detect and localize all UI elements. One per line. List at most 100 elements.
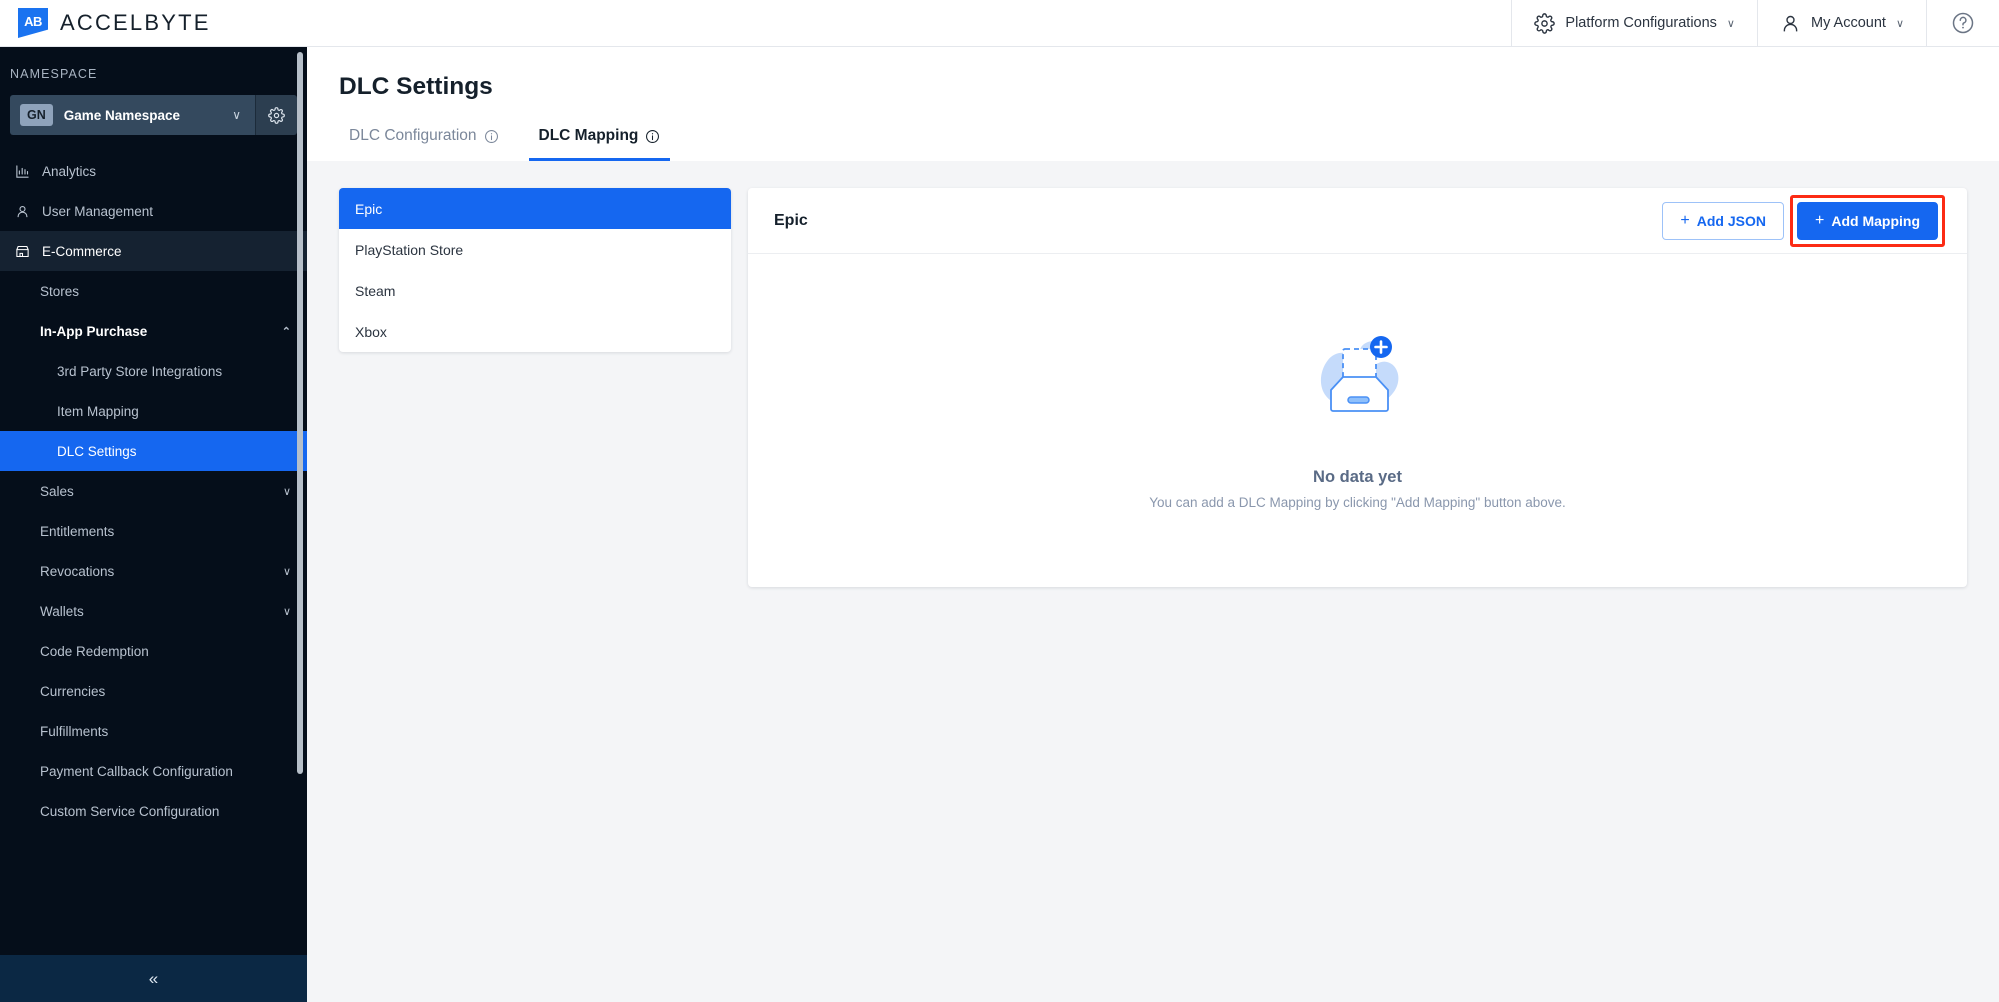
sidebar-item-label: 3rd Party Store Integrations [57, 363, 223, 379]
tab-label: DLC Configuration [349, 127, 477, 144]
add-json-button[interactable]: + Add JSON [1662, 201, 1784, 240]
accelbyte-logo-icon: AB [18, 8, 48, 38]
top-bar: AB ACCELBYTE Platform Configurations ∨ M… [0, 0, 1999, 47]
sidebar-item-e-commerce[interactable]: E-Commerce [0, 231, 307, 271]
empty-state-subtitle: You can add a DLC Mapping by clicking "A… [1149, 494, 1566, 510]
sidebar-item-entitlements[interactable]: Entitlements [0, 511, 307, 551]
page-title: DLC Settings [339, 73, 493, 100]
sidebar-item-wallets[interactable]: Wallets ∨ [0, 591, 307, 631]
sidebar-item-label: In-App Purchase [40, 323, 148, 339]
chevron-down-icon: ∨ [282, 565, 291, 578]
platform-item-epic[interactable]: Epic [339, 188, 731, 229]
empty-box-illustration-icon [1298, 322, 1418, 434]
platform-item-label: Epic [355, 200, 383, 217]
user-icon [14, 204, 30, 219]
platform-item-label: PlayStation Store [355, 241, 464, 258]
sidebar-item-label: Currencies [40, 683, 106, 699]
add-mapping-highlight: + Add Mapping [1790, 194, 1945, 247]
sidebar-item-label: User Management [42, 203, 154, 219]
namespace-badge: GN [20, 103, 53, 127]
brand-logo[interactable]: AB ACCELBYTE [0, 8, 211, 38]
sidebar-item-label: Wallets [40, 603, 84, 619]
help-button[interactable] [1926, 0, 1999, 47]
sidebar-item-fulfillments[interactable]: Fulfillments [0, 711, 307, 751]
tab-dlc-mapping[interactable]: DLC Mapping [528, 127, 671, 161]
sidebar-item-label: Payment Callback Configuration [40, 763, 233, 779]
namespace-label: NAMESPACE [10, 67, 98, 81]
info-icon[interactable] [645, 129, 660, 144]
chevron-down-icon: ∨ [1726, 17, 1735, 30]
sidebar-item-revocations[interactable]: Revocations ∨ [0, 551, 307, 591]
main-header: DLC Settings DLC Configuration DLC Mappin… [307, 47, 1999, 161]
sidebar-scrollbar[interactable] [297, 52, 303, 774]
empty-state: No data yet You can add a DLC Mapping by… [748, 254, 1967, 587]
sidebar-item-stores[interactable]: Stores [0, 271, 307, 311]
sidebar-item-label: Item Mapping [57, 403, 139, 419]
sidebar-item-label: E-Commerce [42, 243, 122, 259]
chart-icon [14, 164, 30, 179]
sidebar-item-in-app-purchase[interactable]: In-App Purchase ⌃ [0, 311, 307, 351]
add-mapping-label: Add Mapping [1831, 212, 1920, 229]
platform-item-playstation-store[interactable]: PlayStation Store [339, 229, 731, 270]
panel-header: Epic + Add JSON + Add Mapping [748, 188, 1967, 254]
platform-item-label: Steam [355, 282, 396, 299]
chevron-down-icon: ∨ [232, 108, 241, 122]
top-bar-right: Platform Configurations ∨ My Account ∨ [1511, 0, 1999, 47]
sidebar: NAMESPACE GN Game Namespace ∨ Analytics U… [0, 47, 307, 1002]
tab-bar: DLC Configuration DLC Mapping [339, 127, 1999, 161]
sidebar-item-currencies[interactable]: Currencies [0, 671, 307, 711]
sidebar-nav: Analytics User Management E-Commerce Stores… [0, 151, 307, 831]
sidebar-item-code-redemption[interactable]: Code Redemption [0, 631, 307, 671]
sidebar-item-label: Sales [40, 483, 74, 499]
sidebar-item-label: Fulfillments [40, 723, 109, 739]
panel-actions: + Add JSON + Add Mapping [1662, 194, 1945, 247]
sidebar-item-payment-callback-configuration[interactable]: Payment Callback Configuration [0, 751, 307, 791]
sidebar-item-analytics[interactable]: Analytics [0, 151, 307, 191]
platform-configurations-menu[interactable]: Platform Configurations ∨ [1511, 0, 1757, 47]
sidebar-item-label: Analytics [42, 163, 97, 179]
namespace-name: Game Namespace [63, 107, 181, 123]
user-icon [1780, 13, 1801, 34]
store-icon [14, 244, 30, 259]
add-mapping-button[interactable]: + Add Mapping [1797, 201, 1938, 240]
tab-label: DLC Mapping [538, 127, 639, 144]
namespace-settings-button[interactable] [255, 95, 297, 135]
app-root: AB ACCELBYTE Platform Configurations ∨ M… [0, 0, 1999, 1002]
sidebar-collapse-button[interactable]: « [0, 955, 307, 1002]
empty-state-title: No data yet [1313, 467, 1402, 486]
my-account-label: My Account [1810, 15, 1886, 31]
content-area: Epic PlayStation Store Steam Xbox Epic + Ad… [307, 161, 1999, 587]
info-icon[interactable] [484, 129, 499, 144]
platform-item-steam[interactable]: Steam [339, 270, 731, 311]
sidebar-item-custom-service-configuration[interactable]: Custom Service Configuration [0, 791, 307, 831]
sidebar-item-label: Entitlements [40, 523, 115, 539]
sidebar-item-label: Custom Service Configuration [40, 803, 220, 819]
platform-configurations-label: Platform Configurations [1565, 15, 1717, 31]
my-account-menu[interactable]: My Account ∨ [1756, 0, 1926, 47]
chevron-down-icon: ∨ [282, 605, 291, 618]
namespace-row: GN Game Namespace ∨ [10, 95, 297, 135]
panel-title: Epic [774, 211, 808, 229]
sidebar-item-label: Revocations [40, 563, 115, 579]
sidebar-item-label: DLC Settings [57, 443, 137, 459]
gear-icon [268, 106, 285, 124]
brand-mark-text: AB [24, 14, 42, 29]
sidebar-item-item-mapping[interactable]: Item Mapping [0, 391, 307, 431]
sidebar-item-sales[interactable]: Sales ∨ [0, 471, 307, 511]
main-content: DLC Settings DLC Configuration DLC Mappin… [307, 47, 1999, 1002]
tab-dlc-configuration[interactable]: DLC Configuration [339, 127, 509, 161]
plus-icon: + [1680, 211, 1690, 229]
platform-item-xbox[interactable]: Xbox [339, 311, 731, 352]
sidebar-item-dlc-settings[interactable]: DLC Settings [0, 431, 307, 471]
sidebar-item-label: Code Redemption [40, 643, 149, 659]
chevron-down-icon: ∨ [282, 485, 291, 498]
mapping-panel: Epic + Add JSON + Add Mapping No data ye… [748, 188, 1967, 587]
platform-list: Epic PlayStation Store Steam Xbox [339, 188, 731, 352]
chevron-up-icon: ⌃ [281, 325, 291, 338]
brand-name: ACCELBYTE [60, 10, 211, 35]
sidebar-item-label: Stores [40, 283, 80, 299]
sidebar-item-user-management[interactable]: User Management [0, 191, 307, 231]
namespace-selector[interactable]: GN Game Namespace ∨ [10, 95, 255, 135]
sidebar-item-3rd-party-store-integrations[interactable]: 3rd Party Store Integrations [0, 351, 307, 391]
platform-item-label: Xbox [355, 323, 387, 340]
